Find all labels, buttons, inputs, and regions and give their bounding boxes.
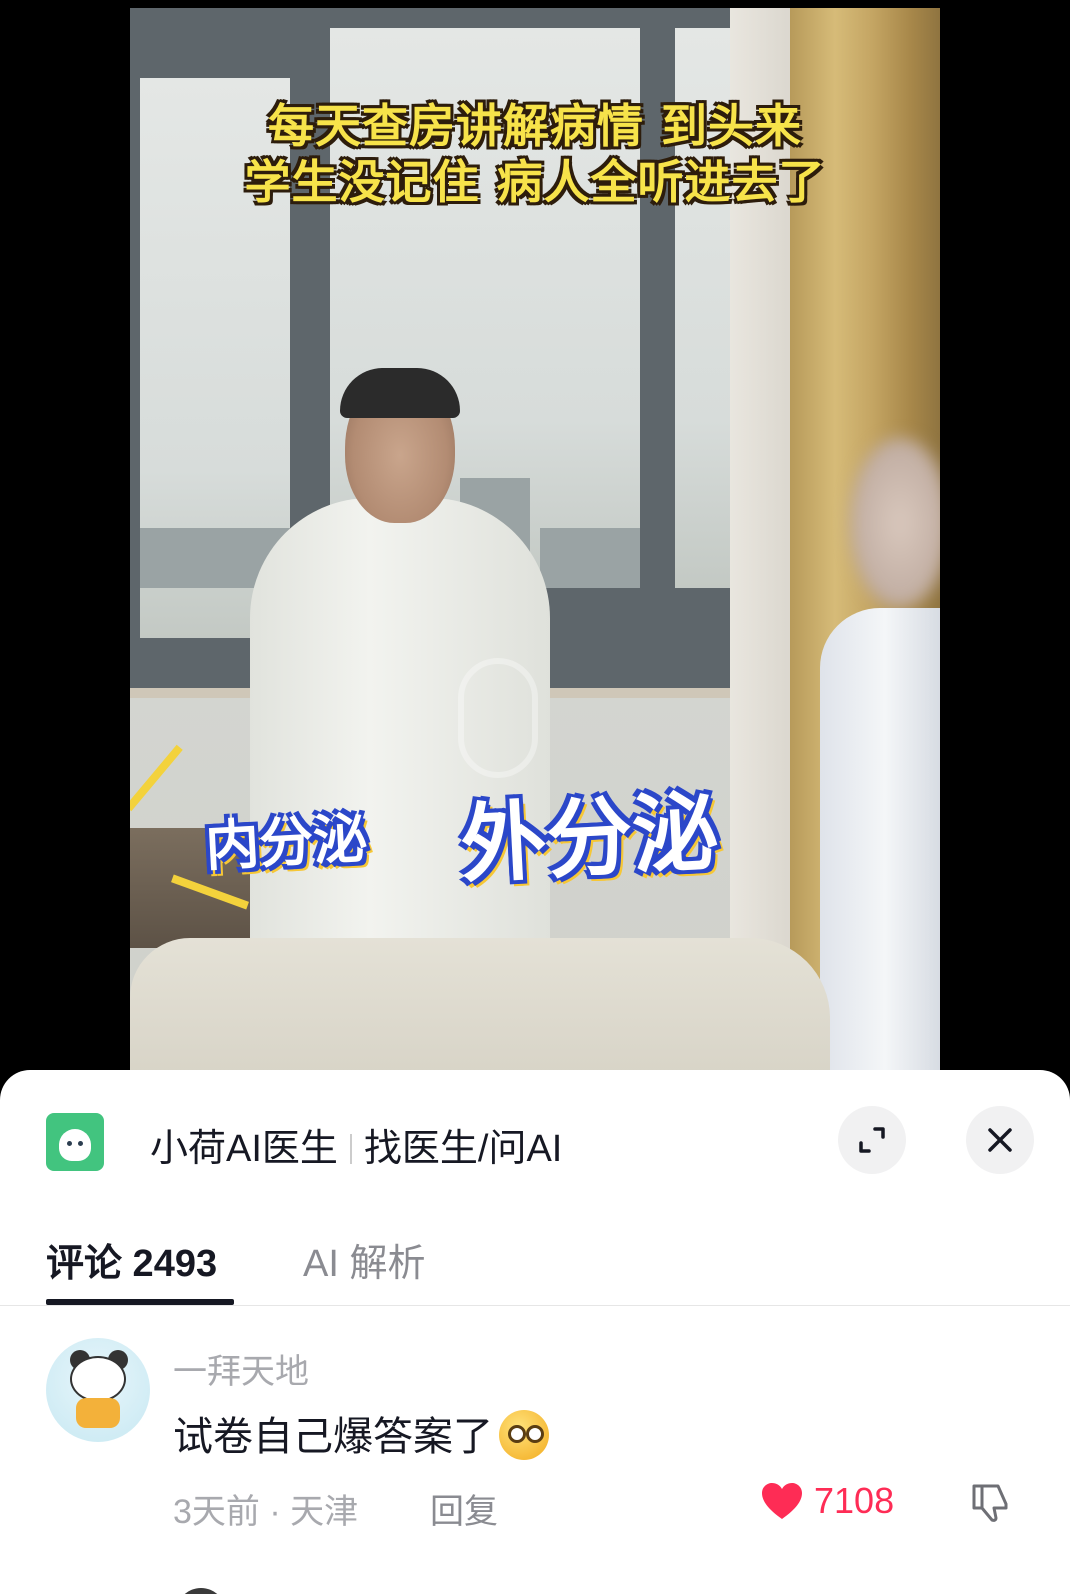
close-button[interactable] — [966, 1106, 1034, 1174]
sticker-exocrine: 外分泌 — [458, 782, 721, 896]
active-tab-indicator — [46, 1299, 234, 1305]
avatar-bear — [70, 1356, 126, 1402]
student-head-blurred — [850, 438, 940, 608]
video-player[interactable]: 每天查房讲解病情 到头来 学生没记住 病人全听进去了 内分泌 外分泌 — [130, 8, 940, 1098]
mini-app-title[interactable]: 小荷AI医生 找医生/问AI — [150, 1117, 562, 1172]
avatar[interactable] — [46, 1338, 150, 1442]
thumbs-down-icon[interactable] — [968, 1480, 1012, 1524]
avatar[interactable] — [176, 1588, 226, 1594]
comment-sheet: 小荷AI医生 找医生/问AI 评论 2493 AI 解析 一拜天地 试卷自己爆答案… — [0, 1070, 1070, 1594]
play-indicator-icon — [458, 658, 538, 778]
avatar-body — [76, 1398, 120, 1428]
lightning-icon — [130, 744, 183, 812]
sticker-endocrine: 内分泌 — [203, 806, 369, 879]
city-skyline — [540, 528, 640, 588]
mini-app-name: 小荷AI医生 — [150, 1128, 338, 1170]
comment-body: 试卷自己爆答案了 — [173, 1415, 493, 1459]
comment-item: 一拜天地 试卷自己爆答案了 3天前 · 天津 回复 7108 — [0, 1338, 1070, 1558]
doctor-hair — [340, 368, 460, 418]
comment-tabs: 评论 2493 AI 解析 — [0, 1210, 1070, 1306]
logo-eye — [67, 1141, 72, 1146]
comment-username[interactable]: 一拜天地 — [173, 1344, 309, 1393]
like-button[interactable]: 7108 — [760, 1480, 894, 1522]
video-caption-line2: 学生没记住 病人全听进去了 — [244, 155, 826, 209]
comment-meta: 3天前 · 天津 — [173, 1493, 359, 1531]
tab-ai-analysis[interactable]: AI 解析 — [303, 1232, 425, 1287]
dizzy-emoji-icon — [499, 1410, 549, 1460]
mini-app-subtitle: 找医生/问AI — [363, 1128, 563, 1170]
mini-app-header: 小荷AI医生 找医生/问AI — [0, 1070, 1070, 1182]
logo-face — [59, 1129, 91, 1161]
next-comment-partial — [0, 1580, 1070, 1594]
xiaohe-logo-icon[interactable] — [46, 1113, 104, 1171]
close-icon — [988, 1128, 1012, 1152]
student-figure — [820, 608, 940, 1098]
reply-button[interactable]: 回复 — [430, 1484, 498, 1533]
expand-icon — [859, 1127, 885, 1153]
like-count: 7108 — [814, 1480, 895, 1521]
logo-eye — [78, 1141, 83, 1146]
title-divider — [349, 1134, 352, 1164]
tab-comments[interactable]: 评论 2493 — [46, 1232, 217, 1287]
comment-text: 试卷自己爆答案了 — [173, 1404, 549, 1462]
heart-icon — [762, 1483, 802, 1519]
expand-button[interactable] — [838, 1106, 906, 1174]
